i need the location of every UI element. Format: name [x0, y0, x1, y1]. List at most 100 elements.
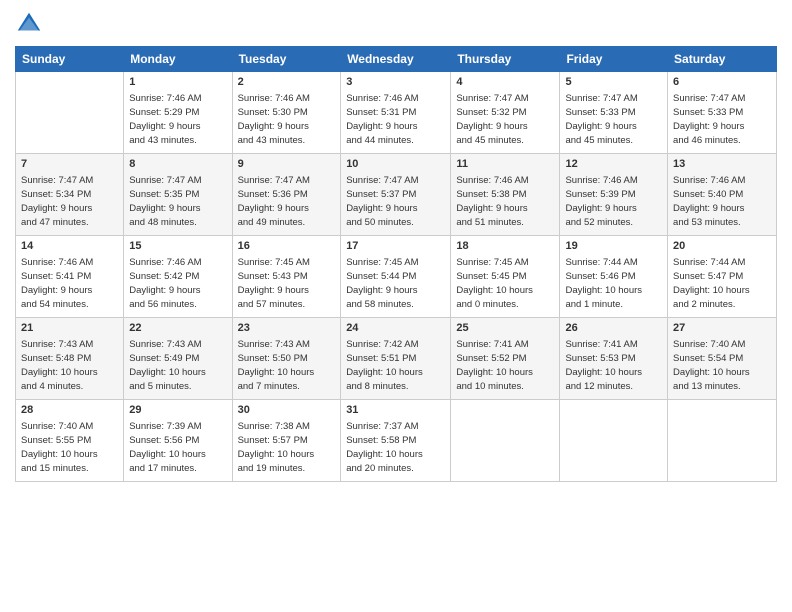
day-info: Sunrise: 7:46 AMSunset: 5:30 PMDaylight:…: [238, 93, 310, 146]
col-header-saturday: Saturday: [668, 47, 777, 72]
day-cell: 28 Sunrise: 7:40 AMSunset: 5:55 PMDayligh…: [16, 400, 124, 482]
day-number: 15: [129, 239, 226, 254]
day-cell: 31 Sunrise: 7:37 AMSunset: 5:58 PMDayligh…: [341, 400, 451, 482]
day-info: Sunrise: 7:40 AMSunset: 5:54 PMDaylight:…: [673, 339, 750, 392]
header: [15, 10, 777, 38]
day-cell: 15 Sunrise: 7:46 AMSunset: 5:42 PMDayligh…: [124, 236, 232, 318]
day-cell: 16Sunrise: 7:45 AMSunset: 5:43 PMDayligh…: [232, 236, 341, 318]
page: SundayMondayTuesdayWednesdayThursdayFrid…: [0, 0, 792, 612]
day-number: 2: [238, 75, 336, 90]
day-info: Sunrise: 7:47 AMSunset: 5:35 PMDaylight:…: [129, 175, 201, 228]
day-cell: 26 Sunrise: 7:41 AMSunset: 5:53 PMDayligh…: [560, 318, 668, 400]
day-cell: 9 Sunrise: 7:47 AMSunset: 5:36 PMDaylight…: [232, 154, 341, 236]
day-number: 30: [238, 403, 336, 418]
day-number: 20: [673, 239, 771, 254]
day-cell: 12 Sunrise: 7:46 AMSunset: 5:39 PMDayligh…: [560, 154, 668, 236]
day-info: Sunrise: 7:46 AMSunset: 5:42 PMDaylight:…: [129, 257, 201, 310]
day-cell: 8 Sunrise: 7:47 AMSunset: 5:35 PMDaylight…: [124, 154, 232, 236]
day-cell: 20 Sunrise: 7:44 AMSunset: 5:47 PMDayligh…: [668, 236, 777, 318]
day-cell: [668, 400, 777, 482]
day-number: 12: [565, 157, 662, 172]
day-info: Sunrise: 7:47 AMSunset: 5:37 PMDaylight:…: [346, 175, 418, 228]
week-row-5: 28 Sunrise: 7:40 AMSunset: 5:55 PMDayligh…: [16, 400, 777, 482]
day-info: Sunrise: 7:41 AMSunset: 5:52 PMDaylight:…: [456, 339, 533, 392]
day-info: Sunrise: 7:37 AMSunset: 5:58 PMDaylight:…: [346, 421, 423, 474]
day-number: 14: [21, 239, 118, 254]
day-cell: 7Sunrise: 7:47 AMSunset: 5:34 PMDaylight…: [16, 154, 124, 236]
col-header-thursday: Thursday: [451, 47, 560, 72]
day-number: 5: [565, 75, 662, 90]
day-number: 25: [456, 321, 554, 336]
day-number: 6: [673, 75, 771, 90]
day-cell: 22 Sunrise: 7:43 AMSunset: 5:49 PMDayligh…: [124, 318, 232, 400]
day-info: Sunrise: 7:39 AMSunset: 5:56 PMDaylight:…: [129, 421, 206, 474]
day-info: Sunrise: 7:43 AMSunset: 5:48 PMDaylight:…: [21, 339, 98, 392]
day-info: Sunrise: 7:43 AMSunset: 5:49 PMDaylight:…: [129, 339, 206, 392]
day-cell: [16, 72, 124, 154]
day-info: Sunrise: 7:47 AMSunset: 5:36 PMDaylight:…: [238, 175, 310, 228]
day-number: 22: [129, 321, 226, 336]
day-number: 31: [346, 403, 445, 418]
day-cell: [560, 400, 668, 482]
day-cell: 30 Sunrise: 7:38 AMSunset: 5:57 PMDayligh…: [232, 400, 341, 482]
day-info: Sunrise: 7:46 AMSunset: 5:31 PMDaylight:…: [346, 93, 418, 146]
day-cell: 24 Sunrise: 7:42 AMSunset: 5:51 PMDayligh…: [341, 318, 451, 400]
day-info: Sunrise: 7:44 AMSunset: 5:47 PMDaylight:…: [673, 257, 750, 310]
col-header-monday: Monday: [124, 47, 232, 72]
week-row-3: 14 Sunrise: 7:46 AMSunset: 5:41 PMDayligh…: [16, 236, 777, 318]
day-info: Sunrise: 7:46 AMSunset: 5:39 PMDaylight:…: [565, 175, 637, 228]
day-info: Sunrise: 7:47 AMSunset: 5:33 PMDaylight:…: [673, 93, 745, 146]
day-number: 28: [21, 403, 118, 418]
day-cell: 5 Sunrise: 7:47 AMSunset: 5:33 PMDaylight…: [560, 72, 668, 154]
day-info: Sunrise: 7:40 AMSunset: 5:55 PMDaylight:…: [21, 421, 98, 474]
day-info: Sunrise: 7:38 AMSunset: 5:57 PMDaylight:…: [238, 421, 315, 474]
day-number: 13: [673, 157, 771, 172]
day-cell: 11Sunrise: 7:46 AMSunset: 5:38 PMDayligh…: [451, 154, 560, 236]
week-row-1: 1 Sunrise: 7:46 AMSunset: 5:29 PMDaylight…: [16, 72, 777, 154]
day-cell: 1 Sunrise: 7:46 AMSunset: 5:29 PMDaylight…: [124, 72, 232, 154]
header-row: SundayMondayTuesdayWednesdayThursdayFrid…: [16, 47, 777, 72]
col-header-sunday: Sunday: [16, 47, 124, 72]
day-cell: 6 Sunrise: 7:47 AMSunset: 5:33 PMDaylight…: [668, 72, 777, 154]
day-info: Sunrise: 7:42 AMSunset: 5:51 PMDaylight:…: [346, 339, 423, 392]
day-number: 19: [565, 239, 662, 254]
day-info: Sunrise: 7:45 AMSunset: 5:44 PMDaylight:…: [346, 257, 418, 310]
day-cell: 19 Sunrise: 7:44 AMSunset: 5:46 PMDayligh…: [560, 236, 668, 318]
day-cell: 29 Sunrise: 7:39 AMSunset: 5:56 PMDayligh…: [124, 400, 232, 482]
day-number: 8: [129, 157, 226, 172]
day-cell: 17Sunrise: 7:45 AMSunset: 5:44 PMDayligh…: [341, 236, 451, 318]
day-number: 11: [456, 157, 554, 172]
day-cell: 2 Sunrise: 7:46 AMSunset: 5:30 PMDaylight…: [232, 72, 341, 154]
day-number: 23: [238, 321, 336, 336]
day-number: 24: [346, 321, 445, 336]
day-cell: 27Sunrise: 7:40 AMSunset: 5:54 PMDayligh…: [668, 318, 777, 400]
day-number: 10: [346, 157, 445, 172]
day-number: 21: [21, 321, 118, 336]
day-info: Sunrise: 7:43 AMSunset: 5:50 PMDaylight:…: [238, 339, 315, 392]
calendar-table: SundayMondayTuesdayWednesdayThursdayFrid…: [15, 46, 777, 482]
day-number: 1: [129, 75, 226, 90]
day-cell: 18 Sunrise: 7:45 AMSunset: 5:45 PMDayligh…: [451, 236, 560, 318]
day-number: 7: [21, 157, 118, 172]
day-cell: 21 Sunrise: 7:43 AMSunset: 5:48 PMDayligh…: [16, 318, 124, 400]
day-number: 26: [565, 321, 662, 336]
day-number: 9: [238, 157, 336, 172]
day-info: Sunrise: 7:46 AMSunset: 5:40 PMDaylight:…: [673, 175, 745, 228]
day-cell: 10 Sunrise: 7:47 AMSunset: 5:37 PMDayligh…: [341, 154, 451, 236]
day-info: Sunrise: 7:47 AMSunset: 5:32 PMDaylight:…: [456, 93, 528, 146]
day-cell: 13 Sunrise: 7:46 AMSunset: 5:40 PMDayligh…: [668, 154, 777, 236]
day-info: Sunrise: 7:45 AMSunset: 5:45 PMDaylight:…: [456, 257, 533, 310]
day-number: 4: [456, 75, 554, 90]
day-info: Sunrise: 7:44 AMSunset: 5:46 PMDaylight:…: [565, 257, 642, 310]
day-number: 29: [129, 403, 226, 418]
day-cell: 25 Sunrise: 7:41 AMSunset: 5:52 PMDayligh…: [451, 318, 560, 400]
day-info: Sunrise: 7:45 AMSunset: 5:43 PMDaylight:…: [238, 257, 310, 310]
day-info: Sunrise: 7:46 AMSunset: 5:29 PMDaylight:…: [129, 93, 201, 146]
day-info: Sunrise: 7:41 AMSunset: 5:53 PMDaylight:…: [565, 339, 642, 392]
day-info: Sunrise: 7:46 AMSunset: 5:41 PMDaylight:…: [21, 257, 93, 310]
col-header-tuesday: Tuesday: [232, 47, 341, 72]
day-number: 18: [456, 239, 554, 254]
day-info: Sunrise: 7:47 AMSunset: 5:33 PMDaylight:…: [565, 93, 637, 146]
day-cell: 3Sunrise: 7:46 AMSunset: 5:31 PMDaylight…: [341, 72, 451, 154]
week-row-4: 21 Sunrise: 7:43 AMSunset: 5:48 PMDayligh…: [16, 318, 777, 400]
